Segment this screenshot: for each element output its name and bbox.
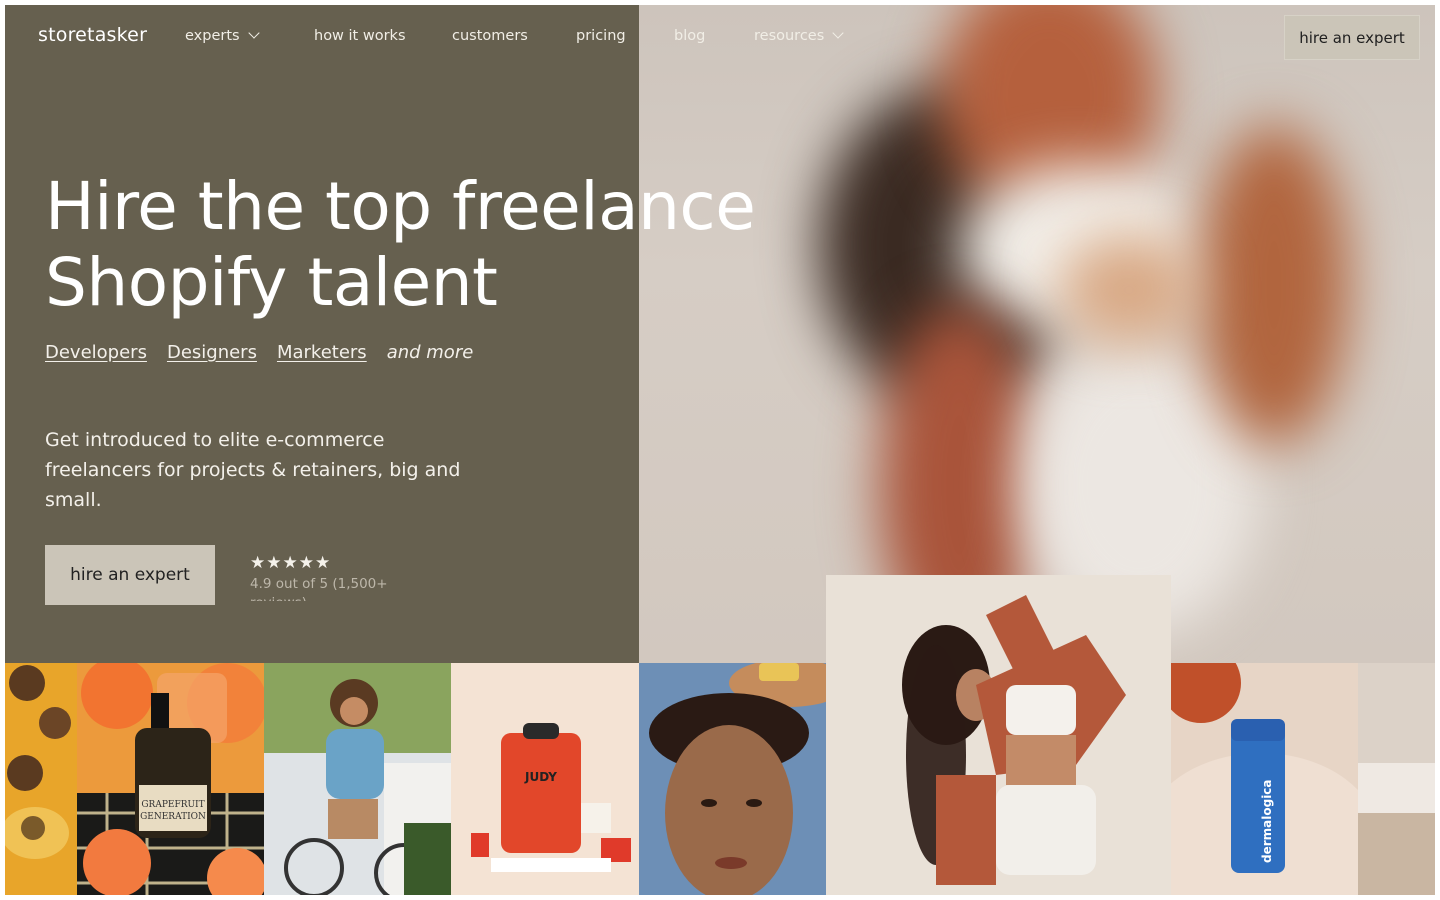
roles-more-text: and more xyxy=(386,342,474,363)
headline-line-1: Hire the top freelance xyxy=(45,168,756,245)
headline-line-2: Shopify talent xyxy=(45,244,498,321)
woman-stretching-photo xyxy=(826,575,1171,895)
dermalogica-bottle-photo: dermalogica xyxy=(1171,663,1358,895)
chevron-down-icon xyxy=(247,27,260,39)
nav-resources-label: resources xyxy=(754,28,825,44)
hero-background-image xyxy=(639,5,1435,663)
role-links: Developers Designers Marketers and more xyxy=(45,342,473,363)
nav-pricing[interactable]: pricing xyxy=(576,28,626,44)
top-navigation: storetasker experts how it works custome… xyxy=(5,5,1435,69)
nav-resources[interactable]: resources xyxy=(754,27,844,44)
svg-text:dermalogica: dermalogica xyxy=(1260,779,1274,863)
nav-customers[interactable]: customers xyxy=(452,28,528,44)
hero-subcopy: Get introduced to elite e-commerce freel… xyxy=(45,429,461,511)
bedroom-linen-photo xyxy=(1358,663,1435,895)
woman-face-skincare-photo xyxy=(639,663,826,895)
page-frame: storetasker experts how it works custome… xyxy=(5,5,1435,895)
storetasker-logo[interactable]: storetasker xyxy=(38,24,147,46)
rating-block: ★★★★★ 4.9 out of 5 (1,500+ reviews) xyxy=(250,553,410,601)
hero-headline: Hire the top freelance Shopify talent xyxy=(45,169,765,321)
role-link-marketers[interactable]: Marketers xyxy=(277,342,367,363)
nav-experts-label: experts xyxy=(185,28,240,44)
nav-how-it-works[interactable]: how it works xyxy=(314,28,406,44)
nav-hire-expert-button[interactable]: hire an expert xyxy=(1284,15,1420,60)
image-gallery: GRAPEFRUIT GENERATION JUDY dermalogica xyxy=(5,663,1435,895)
svg-text:GRAPEFRUIT: GRAPEFRUIT xyxy=(141,800,204,810)
svg-text:GENERATION: GENERATION xyxy=(140,812,206,822)
role-link-developers[interactable]: Developers xyxy=(45,342,147,363)
svg-text:JUDY: JUDY xyxy=(524,770,557,784)
nav-blog[interactable]: blog xyxy=(674,28,705,44)
star-rating-icon: ★★★★★ xyxy=(250,553,332,573)
nav-experts[interactable]: experts xyxy=(185,27,260,44)
judy-emergency-kit-photo: JUDY xyxy=(451,663,639,895)
role-link-designers[interactable]: Designers xyxy=(167,342,257,363)
rating-text: 4.9 out of 5 (1,500+ reviews) xyxy=(250,576,388,601)
man-on-bike-photo xyxy=(264,663,451,895)
snack-balls-photo xyxy=(5,663,77,895)
grapefruit-fragrance-photo: GRAPEFRUIT GENERATION xyxy=(77,663,264,895)
chevron-down-icon xyxy=(832,27,844,39)
hero-hire-expert-button[interactable]: hire an expert xyxy=(45,545,215,605)
